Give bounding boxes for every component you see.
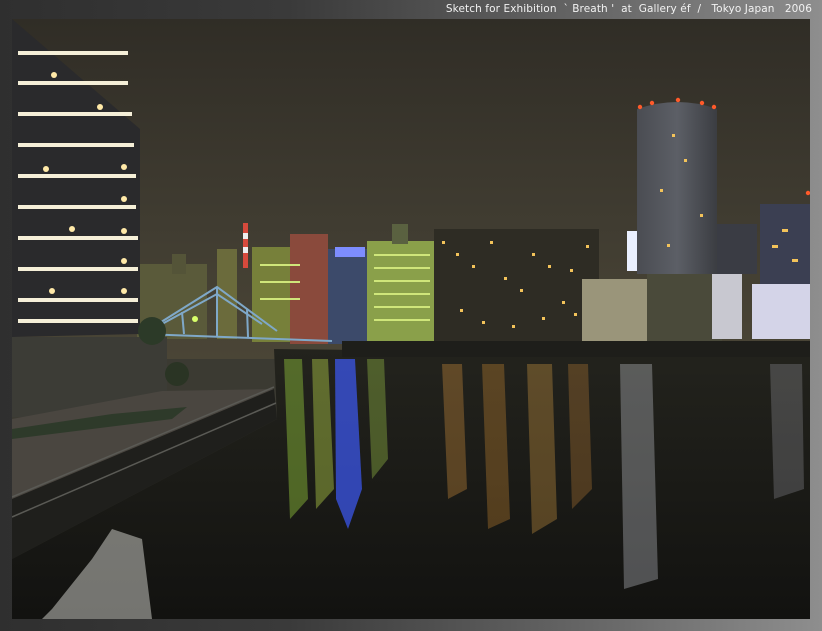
red-white-chimney — [243, 223, 248, 268]
cylindrical-tower — [637, 102, 717, 274]
night-photo — [12, 19, 810, 619]
far-riverbank — [342, 341, 810, 357]
apartment-block — [434, 229, 599, 341]
bridge-light — [192, 316, 198, 322]
photo-illustration — [12, 19, 810, 619]
frame-border: Sketch for Exhibition ` Breath ' at Gall… — [0, 0, 822, 631]
exhibition-caption: Sketch for Exhibition ` Breath ' at Gall… — [445, 3, 812, 15]
